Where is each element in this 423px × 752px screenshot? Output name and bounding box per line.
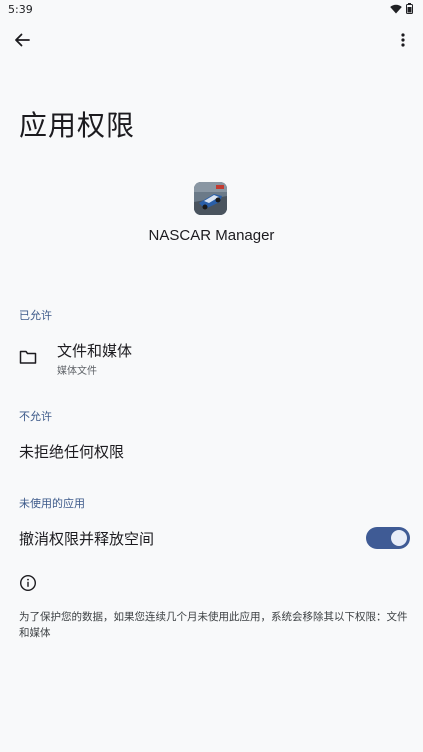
wifi-icon bbox=[390, 4, 402, 13]
app-icon bbox=[194, 182, 227, 215]
battery-icon bbox=[406, 3, 413, 14]
folder-icon bbox=[19, 350, 37, 364]
revoke-permissions-label: 撤消权限并释放空间 bbox=[19, 530, 155, 548]
more-vert-icon bbox=[401, 33, 405, 47]
info-text: 为了保护您的数据，如果您连续几个月未使用此应用，系统会移除其以下权限：文件和媒体 bbox=[19, 611, 408, 639]
permission-title: 文件和媒体 bbox=[57, 342, 133, 360]
arrow-back-icon bbox=[15, 33, 30, 47]
section-header-denied: 不允许 bbox=[19, 410, 52, 423]
toggle-knob bbox=[391, 530, 407, 546]
more-options-button[interactable] bbox=[391, 28, 415, 52]
permission-subtitle: 媒体文件 bbox=[57, 366, 97, 377]
app-name: NASCAR Manager bbox=[148, 227, 275, 244]
page-title: 应用权限 bbox=[19, 109, 136, 142]
status-time: 5:39 bbox=[8, 3, 33, 16]
app-bar bbox=[0, 24, 423, 60]
no-denied-permissions-text: 未拒绝任何权限 bbox=[19, 443, 125, 461]
back-button[interactable] bbox=[10, 28, 34, 52]
status-bar: 5:39 bbox=[0, 0, 423, 20]
revoke-permissions-row[interactable]: 撤消权限并释放空间 bbox=[0, 524, 423, 554]
status-icons bbox=[390, 3, 413, 14]
permission-item-files-media[interactable]: 文件和媒体 媒体文件 bbox=[0, 338, 423, 378]
nascar-app-icon bbox=[194, 182, 227, 215]
revoke-permissions-toggle[interactable] bbox=[366, 527, 410, 549]
section-header-unused-apps: 未使用的应用 bbox=[19, 497, 85, 510]
info-icon bbox=[19, 574, 37, 592]
section-header-allowed: 已允许 bbox=[19, 309, 52, 322]
